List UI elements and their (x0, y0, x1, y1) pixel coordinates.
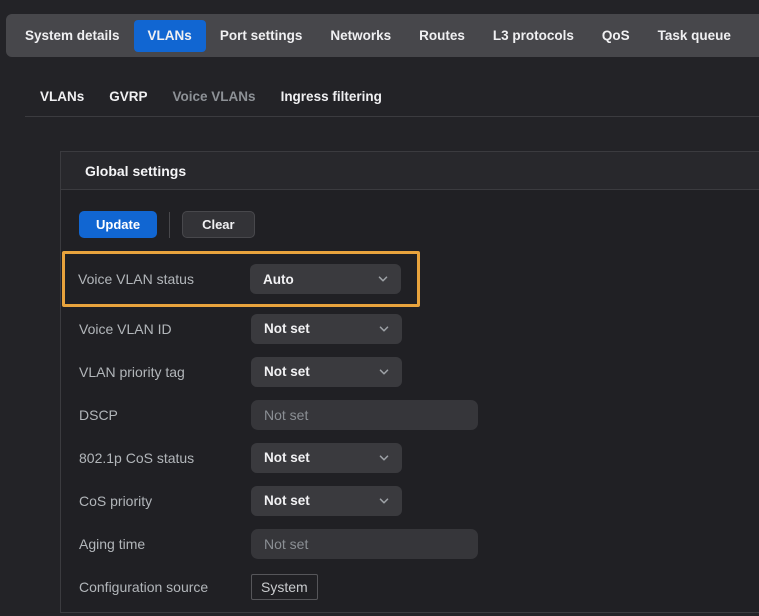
chevron-down-icon (376, 272, 390, 286)
nav-tab-vlans[interactable]: VLANs (134, 20, 206, 52)
chevron-down-icon (377, 365, 391, 379)
tab-bar-divider (25, 116, 759, 117)
global-settings-panel: Global settings Update Clear Voice VLAN … (60, 151, 759, 613)
802-1p-cos-status-select[interactable]: Not set (251, 443, 402, 473)
toolbar-divider (169, 212, 170, 238)
nav-tab-qos[interactable]: QoS (588, 20, 644, 52)
select-value: Not set (264, 450, 310, 465)
clear-button[interactable]: Clear (182, 211, 255, 238)
form-row: CoS priority Not set (61, 479, 759, 522)
aging-time-label: Aging time (79, 536, 251, 552)
voice-vlan-id-label: Voice VLAN ID (79, 321, 251, 337)
cos-priority-select[interactable]: Not set (251, 486, 402, 516)
subtab-voice-vlans[interactable]: Voice VLANs (173, 89, 256, 104)
form-row: VLAN priority tag Not set (61, 350, 759, 393)
form-row: Configuration sourceSystem (61, 565, 759, 608)
configuration-source-value-badge: System (251, 574, 318, 600)
chevron-down-icon (377, 322, 391, 336)
panel-title: Global settings (85, 163, 186, 179)
secondary-tab-bar: VLANs GVRP Voice VLANs Ingress filtering (40, 82, 382, 110)
form-row: 802.1p CoS status Not set (61, 436, 759, 479)
panel-toolbar: Update Clear (79, 211, 759, 238)
nav-tab-l3-protocols[interactable]: L3 protocols (479, 20, 588, 52)
subtab-ingress-filtering[interactable]: Ingress filtering (281, 89, 382, 104)
802-1p-cos-status-label: 802.1p CoS status (79, 450, 251, 466)
select-value: Auto (263, 272, 294, 287)
vlan-priority-tag-label: VLAN priority tag (79, 364, 251, 380)
form-row: Voice VLAN ID Not set (61, 307, 759, 350)
nav-tab-routes[interactable]: Routes (405, 20, 479, 52)
cos-priority-label: CoS priority (79, 493, 251, 509)
select-value: Not set (264, 493, 310, 508)
vlan-priority-tag-select[interactable]: Not set (251, 357, 402, 387)
dscp-label: DSCP (79, 407, 251, 423)
dscp-input: Not set (251, 400, 478, 430)
form-row: DSCPNot set (61, 393, 759, 436)
configuration-source-label: Configuration source (79, 579, 251, 595)
highlighted-form-row: Voice VLAN status Auto (62, 251, 420, 307)
nav-tab-networks[interactable]: Networks (316, 20, 405, 52)
nav-tab-task-queue[interactable]: Task queue (644, 20, 745, 52)
top-navigation-bar: System detailsVLANsPort settingsNetworks… (6, 14, 759, 57)
voice-vlan-status-select[interactable]: Auto (250, 264, 401, 294)
nav-tab-system-details[interactable]: System details (11, 20, 134, 52)
subtab-vlans[interactable]: VLANs (40, 89, 84, 104)
chevron-down-icon (377, 451, 391, 465)
form-row: Aging timeNot set (61, 522, 759, 565)
update-button[interactable]: Update (79, 211, 157, 238)
nav-tab-port-settings[interactable]: Port settings (206, 20, 317, 52)
chevron-down-icon (377, 494, 391, 508)
aging-time-input: Not set (251, 529, 478, 559)
subtab-gvrp[interactable]: GVRP (109, 89, 147, 104)
voice-vlan-id-select[interactable]: Not set (251, 314, 402, 344)
panel-header: Global settings (61, 152, 759, 190)
settings-form: Voice VLAN status Auto Voice VLAN ID Not se… (61, 251, 759, 608)
voice-vlan-status-label: Voice VLAN status (78, 271, 250, 287)
select-value: Not set (264, 321, 310, 336)
select-value: Not set (264, 364, 310, 379)
